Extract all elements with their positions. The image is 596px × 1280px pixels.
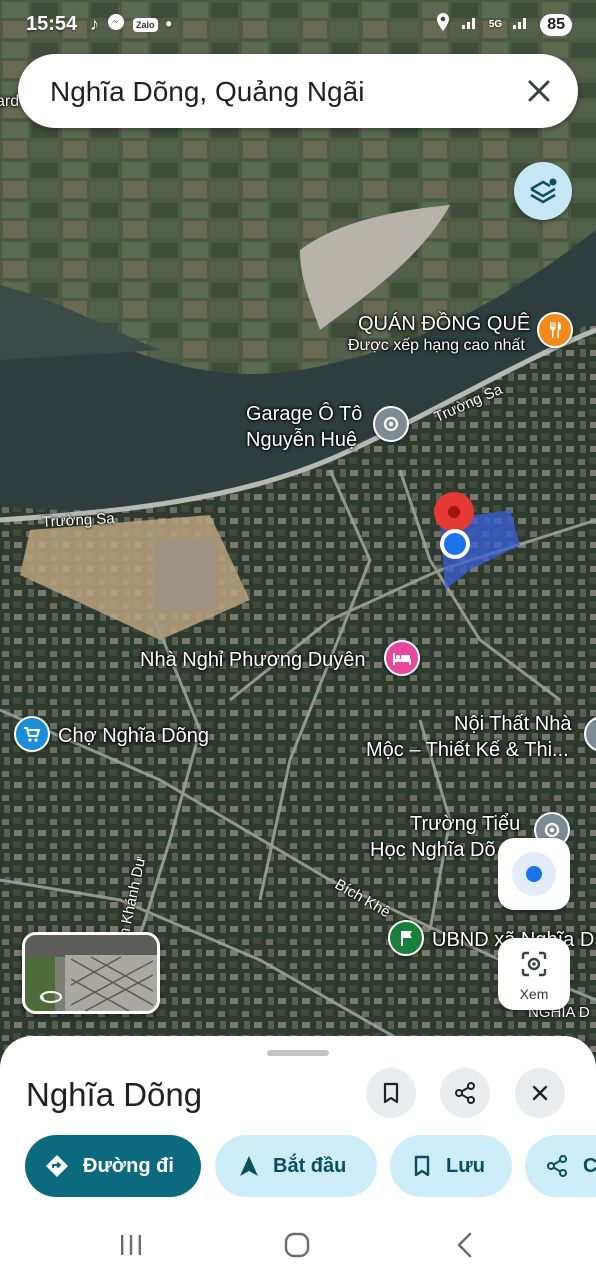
bookmark-icon bbox=[414, 1155, 430, 1177]
place-label-garage-line2: Nguyễn Huệ bbox=[246, 429, 358, 451]
place-label-quan-dong-que[interactable]: QUÁN ĐỒNG QUÊ bbox=[358, 312, 530, 336]
market-poi-icon[interactable] bbox=[14, 716, 50, 752]
notification-dot-icon: • bbox=[165, 14, 172, 34]
rotate-360-icon bbox=[39, 991, 62, 1003]
search-query[interactable]: Nghĩa Dõng, Quảng Ngãi bbox=[50, 76, 364, 108]
zalo-icon: Zalo bbox=[133, 17, 158, 32]
search-bar[interactable]: Nghĩa Dõng, Quảng Ngãi bbox=[18, 54, 578, 128]
garage-poi-icon[interactable] bbox=[373, 406, 409, 442]
my-location-icon bbox=[512, 852, 556, 896]
save-button[interactable]: Lưu bbox=[390, 1135, 512, 1197]
tiktok-icon: ♪ bbox=[90, 14, 99, 34]
place-title: Nghĩa Dõng bbox=[26, 1076, 203, 1113]
map-edge-label: ard bbox=[0, 93, 20, 110]
save-place-button[interactable] bbox=[366, 1068, 416, 1118]
battery-indicator: 85 bbox=[540, 13, 572, 36]
share-icon bbox=[547, 1155, 567, 1177]
location-icon bbox=[435, 12, 451, 37]
share-place-button[interactable] bbox=[440, 1068, 490, 1118]
start-label: Bắt đầu bbox=[273, 1154, 347, 1177]
signal-icon-2 bbox=[512, 14, 530, 35]
home-icon[interactable] bbox=[284, 1232, 310, 1258]
action-chips: Đường đi Bắt đầu Lưu C bbox=[25, 1135, 596, 1197]
my-location-button[interactable] bbox=[498, 838, 570, 910]
bookmark-icon bbox=[383, 1082, 399, 1104]
status-bar: 15:54 ♪ Zalo • 5G 85 bbox=[0, 0, 596, 50]
share-icon bbox=[455, 1082, 475, 1104]
directions-icon bbox=[46, 1155, 68, 1177]
layers-button[interactable] bbox=[514, 162, 572, 220]
layers-icon bbox=[530, 178, 557, 204]
directions-label: Đường đi bbox=[83, 1154, 174, 1177]
status-time: 15:54 bbox=[26, 13, 78, 35]
share-button[interactable]: C bbox=[525, 1135, 596, 1197]
view-button[interactable]: Xem bbox=[498, 938, 570, 1010]
street-view-thumbnail[interactable] bbox=[22, 932, 160, 1014]
place-label-cho[interactable]: Chợ Nghĩa Dõng bbox=[58, 724, 209, 748]
close-sheet-button[interactable] bbox=[515, 1068, 565, 1118]
sheet-drag-handle[interactable] bbox=[267, 1050, 329, 1056]
restaurant-poi-icon[interactable] bbox=[537, 312, 573, 348]
signal-icon bbox=[461, 14, 479, 35]
messenger-icon bbox=[107, 13, 125, 36]
save-label: Lưu bbox=[446, 1154, 485, 1177]
place-label-truong[interactable]: Trường Tiểu bbox=[410, 812, 520, 836]
current-location-dot-icon bbox=[440, 529, 470, 559]
recent-apps-icon[interactable] bbox=[118, 1232, 144, 1258]
close-icon[interactable] bbox=[520, 72, 558, 110]
network-type: 5G bbox=[488, 18, 503, 30]
hotel-poi-icon[interactable] bbox=[384, 640, 420, 676]
place-sublabel-rating: Được xếp hạng cao nhất bbox=[348, 337, 525, 354]
camera-lens-icon bbox=[521, 951, 547, 977]
directions-button[interactable]: Đường đi bbox=[25, 1135, 201, 1197]
place-label-noi-that-line2: Mộc – Thiết Kế & Thi... bbox=[366, 739, 569, 761]
view-button-label: Xem bbox=[519, 986, 549, 1002]
place-label-truong-line2: Học Nghĩa Dõ bbox=[370, 839, 496, 861]
close-icon bbox=[532, 1085, 548, 1101]
share-label: C bbox=[583, 1154, 596, 1177]
system-navigation-bar bbox=[0, 1210, 596, 1280]
place-label-noi-that[interactable]: Nội Thất Nhà bbox=[454, 712, 571, 736]
government-poi-icon[interactable] bbox=[388, 920, 424, 956]
place-label-nha-nghi[interactable]: Nhà Nghỉ Phương Duyên bbox=[140, 648, 366, 672]
back-icon[interactable] bbox=[452, 1232, 478, 1258]
navigation-arrow-icon bbox=[240, 1156, 258, 1176]
start-navigation-button[interactable]: Bắt đầu bbox=[215, 1135, 377, 1197]
place-label-garage[interactable]: Garage Ô Tô bbox=[246, 402, 362, 426]
